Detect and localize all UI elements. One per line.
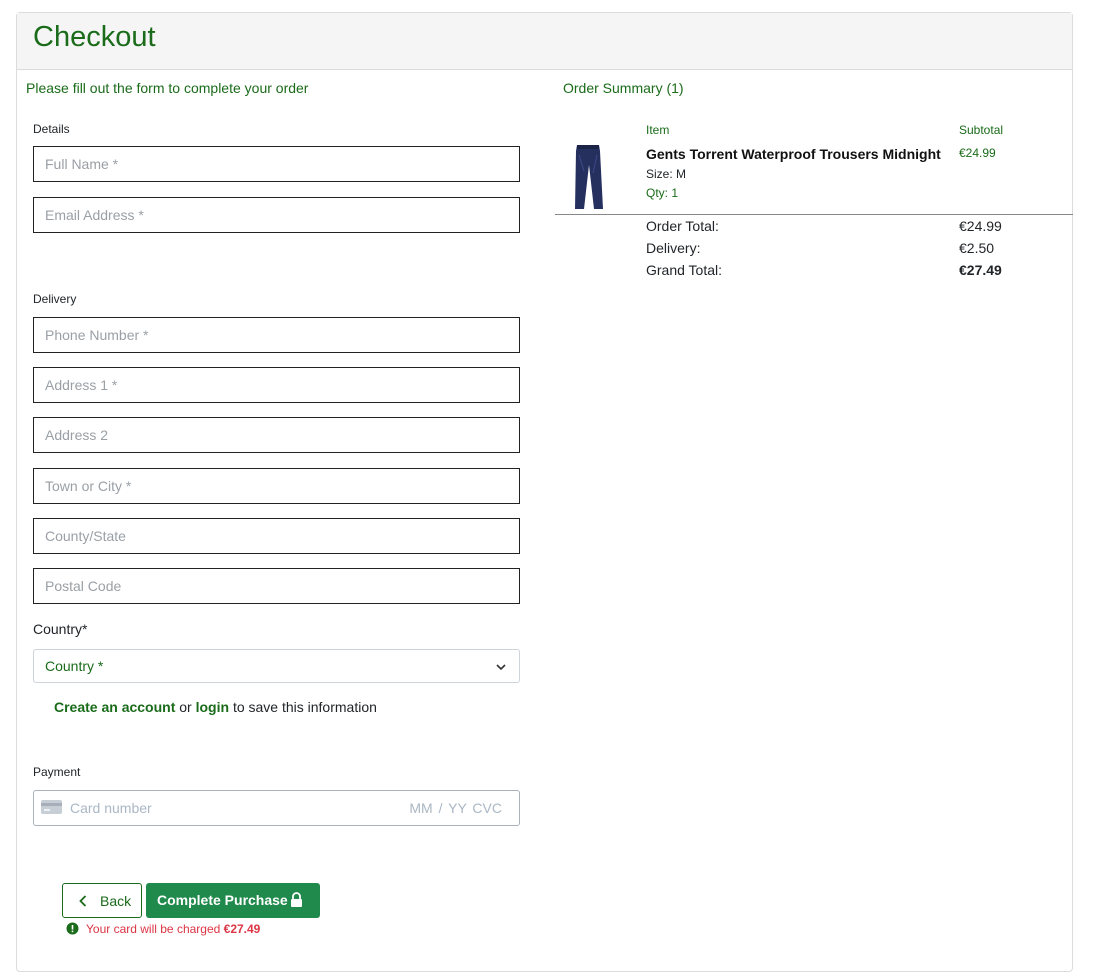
login-link[interactable]: login xyxy=(196,699,229,715)
grand-total-value: €27.49 xyxy=(959,262,1002,278)
details-label: Details xyxy=(33,122,70,136)
product-subtotal: €24.99 xyxy=(959,146,996,160)
phone-input[interactable] xyxy=(33,317,520,353)
country-select-value: Country * xyxy=(45,658,104,674)
create-account-link[interactable]: Create an account xyxy=(54,699,175,715)
product-size: Size: M xyxy=(646,167,687,181)
product-quantity: Qty: 1 xyxy=(646,186,679,200)
country-label: Country* xyxy=(33,621,88,637)
account-prompt: Create an account or login to save this … xyxy=(54,699,377,715)
complete-purchase-label: Complete Purchase xyxy=(157,892,288,908)
account-suffix: to save this information xyxy=(232,699,377,715)
checkout-card: Checkout Please fill out the form to com… xyxy=(16,12,1073,972)
county-input[interactable] xyxy=(33,518,520,554)
address2-input[interactable] xyxy=(33,417,520,453)
charge-amount: €27.49 xyxy=(223,922,261,936)
chevron-left-icon xyxy=(79,895,87,907)
back-button[interactable]: Back xyxy=(62,883,142,918)
delivery-cost-label: Delivery: xyxy=(646,240,701,256)
grand-total-label: Grand Total: xyxy=(646,262,723,278)
credit-card-icon xyxy=(41,800,62,814)
product-name: Gents Torrent Waterproof Trousers Midnig… xyxy=(646,146,941,162)
charge-text: Your card will be charged xyxy=(86,922,221,936)
product-image[interactable] xyxy=(569,143,607,213)
order-total-label: Order Total: xyxy=(646,218,719,234)
card-number-placeholder[interactable]: Card number xyxy=(70,800,152,816)
town-input[interactable] xyxy=(33,468,520,504)
card-expiry-cvc-placeholder[interactable]: MM / YY CVC xyxy=(409,800,502,816)
country-select[interactable]: Country * xyxy=(33,649,520,683)
address1-input[interactable] xyxy=(33,367,520,403)
lock-icon xyxy=(291,892,302,907)
back-button-label: Back xyxy=(100,893,132,909)
exclamation-circle-icon xyxy=(66,922,79,935)
card-header: Checkout xyxy=(17,13,1072,70)
form-intro: Please fill out the form to complete you… xyxy=(26,80,309,96)
order-summary-title: Order Summary (1) xyxy=(563,80,684,96)
item-column-header: Item xyxy=(646,123,670,137)
full-name-input[interactable] xyxy=(33,146,520,182)
summary-divider xyxy=(555,214,1073,215)
email-input[interactable] xyxy=(33,197,520,233)
chevron-down-icon xyxy=(496,664,506,671)
postcode-input[interactable] xyxy=(33,568,520,604)
complete-purchase-button[interactable]: Complete Purchase xyxy=(146,883,320,918)
page-title: Checkout xyxy=(33,21,156,53)
or-text: or xyxy=(179,699,192,715)
order-total-value: €24.99 xyxy=(959,218,1002,234)
delivery-cost-value: €2.50 xyxy=(959,240,995,256)
payment-label: Payment xyxy=(33,765,81,779)
delivery-label: Delivery xyxy=(33,292,77,306)
card-element[interactable]: Card number MM / YY CVC xyxy=(33,790,520,826)
subtotal-column-header: Subtotal xyxy=(959,123,1004,137)
